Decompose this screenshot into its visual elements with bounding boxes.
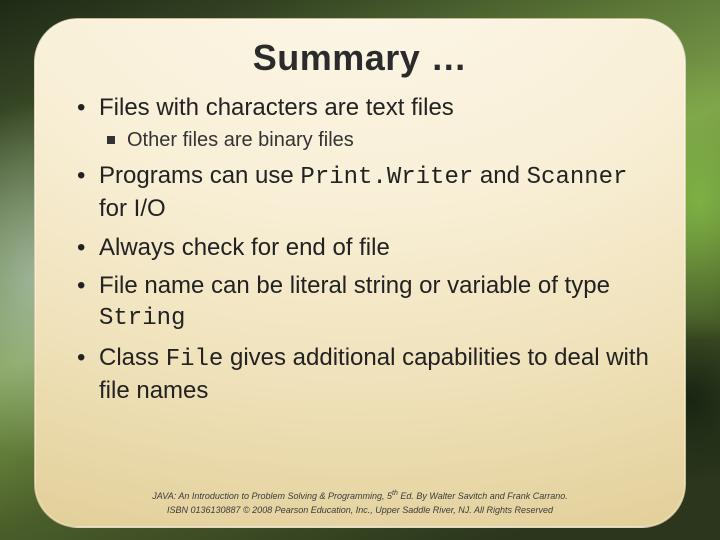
- code-text: Scanner: [527, 164, 628, 191]
- slide-content: Files with characters are text files Oth…: [65, 93, 655, 489]
- slide-footer: JAVA: An Introduction to Problem Solving…: [65, 489, 655, 521]
- bullet-text-part: File name can be literal string or varia…: [99, 272, 610, 299]
- code-text: File: [166, 346, 224, 373]
- list-item: Files with characters are text files Oth…: [65, 93, 655, 153]
- list-item: File name can be literal string or varia…: [65, 271, 655, 334]
- bullet-text-part: Programs can use: [99, 162, 300, 189]
- list-item: Class File gives additional capabilities…: [65, 343, 655, 406]
- code-text: Print.Writer: [300, 164, 473, 191]
- bullet-text: Files with characters are text files: [99, 94, 454, 121]
- bullet-text-part: for I/O: [99, 195, 166, 222]
- bullet-text: Always check for end of file: [99, 234, 390, 261]
- code-text: String: [99, 305, 185, 332]
- sub-list-item: Other files are binary files: [99, 128, 655, 154]
- bullet-text-part: Class: [99, 344, 166, 371]
- footer-text: JAVA: An Introduction to Problem Solving…: [152, 491, 392, 501]
- bullet-text-part: and: [473, 162, 526, 189]
- sub-list: Other files are binary files: [99, 128, 655, 154]
- bullet-list: Files with characters are text files Oth…: [65, 93, 655, 406]
- slide-card: Summary … Files with characters are text…: [34, 18, 686, 528]
- footer-line-2: ISBN 0136130887 © 2008 Pearson Education…: [65, 504, 655, 517]
- list-item: Always check for end of file: [65, 233, 655, 264]
- list-item: Programs can use Print.Writer and Scanne…: [65, 161, 655, 224]
- footer-text: Ed. By Walter Savitch and Frank Carrano.: [398, 491, 568, 501]
- sub-bullet-text: Other files are binary files: [127, 129, 354, 151]
- slide-title: Summary …: [65, 37, 655, 79]
- footer-line-1: JAVA: An Introduction to Problem Solving…: [65, 489, 655, 503]
